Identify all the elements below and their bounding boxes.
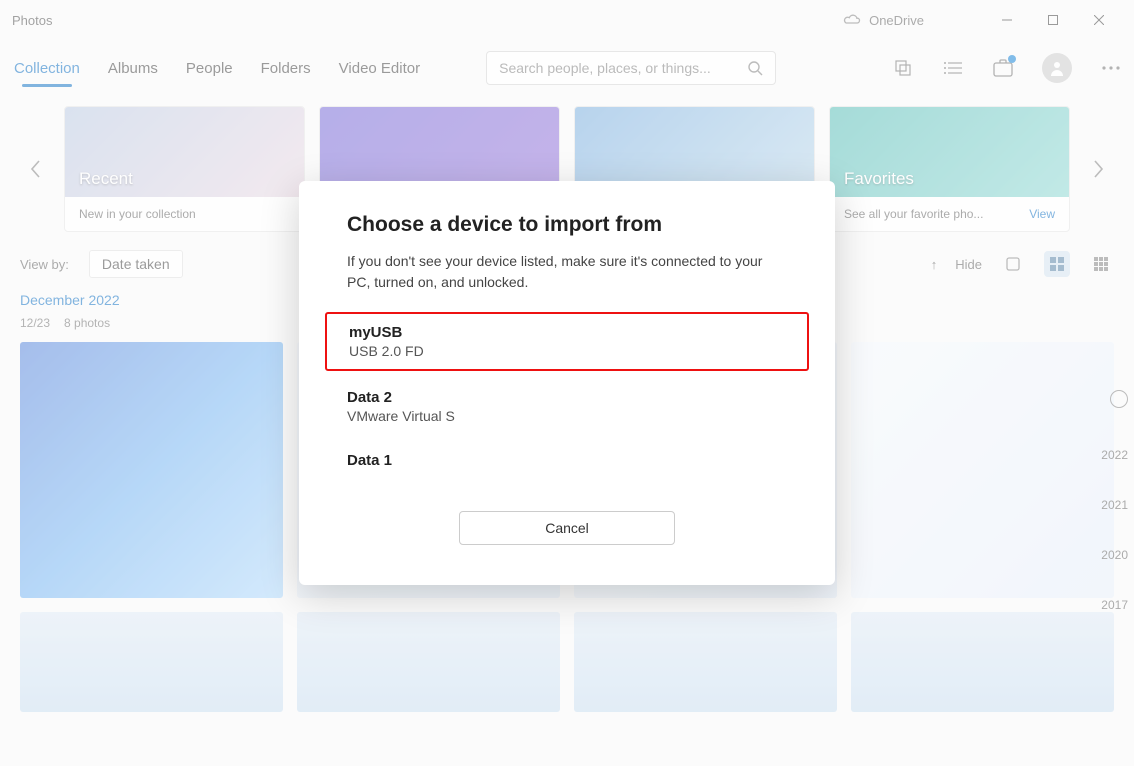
cancel-button[interactable]: Cancel xyxy=(459,511,675,545)
import-dialog: Choose a device to import from If you do… xyxy=(299,181,835,585)
device-myusb[interactable]: myUSB USB 2.0 FD xyxy=(325,312,809,371)
device-data1[interactable]: Data 1 xyxy=(325,442,809,481)
device-data2[interactable]: Data 2 VMware Virtual S xyxy=(325,379,809,434)
dialog-title: Choose a device to import from xyxy=(347,213,787,237)
device-name: Data 2 xyxy=(347,389,787,406)
device-name: Data 1 xyxy=(347,452,787,469)
dialog-body: If you don't see your device listed, mak… xyxy=(347,251,787,292)
device-desc: VMware Virtual S xyxy=(347,408,787,424)
device-name: myUSB xyxy=(349,324,785,341)
modal-overlay: Choose a device to import from If you do… xyxy=(0,0,1134,766)
device-desc: USB 2.0 FD xyxy=(349,343,785,359)
